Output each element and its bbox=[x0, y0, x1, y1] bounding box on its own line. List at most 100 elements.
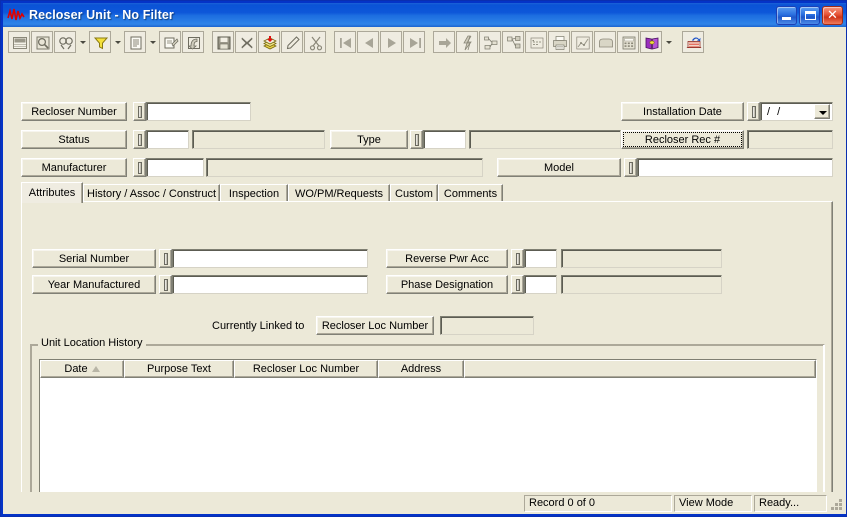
resize-grip-icon[interactable] bbox=[830, 496, 844, 510]
grid-column-header-date[interactable]: Date bbox=[40, 360, 124, 378]
hierarchy-icon[interactable] bbox=[479, 31, 501, 53]
print-icon[interactable] bbox=[548, 31, 570, 53]
calculator-icon[interactable] bbox=[617, 31, 639, 53]
phase-designation-label-button[interactable]: Phase Designation bbox=[386, 275, 508, 294]
next-record-icon[interactable] bbox=[380, 31, 402, 53]
form-panel: Recloser Number Status Type Manufacturer… bbox=[3, 57, 846, 511]
notes-icon[interactable] bbox=[525, 31, 547, 53]
close-button[interactable]: ✕ bbox=[822, 5, 843, 25]
currently-linked-to-label: Currently Linked to bbox=[212, 320, 305, 332]
tab-custom[interactable]: Custom bbox=[390, 184, 438, 202]
recloser-rec-number-field bbox=[747, 130, 833, 149]
phase-designation-code-input[interactable] bbox=[524, 275, 557, 294]
installation-date-value: / / bbox=[767, 105, 783, 118]
recloser-loc-number-label-button[interactable]: Recloser Loc Number bbox=[316, 316, 434, 335]
find-dropdown-arrow[interactable] bbox=[77, 31, 88, 53]
close-icon: ✕ bbox=[827, 7, 838, 23]
installation-date-lookup-button[interactable] bbox=[747, 102, 760, 121]
status-state: Ready... bbox=[754, 494, 827, 512]
tab-inspection[interactable]: Inspection bbox=[220, 184, 288, 202]
unit-location-history-grid[interactable]: Date Purpose Text Recloser Loc Number Ad… bbox=[39, 359, 817, 494]
reverse-pwr-acc-description-field bbox=[561, 249, 722, 268]
folder-icon[interactable] bbox=[594, 31, 616, 53]
grid-view-icon[interactable] bbox=[8, 31, 30, 53]
delete-icon[interactable] bbox=[235, 31, 257, 53]
unit-location-history-label: Unit Location History bbox=[38, 337, 146, 349]
cut-scissors-icon[interactable] bbox=[304, 31, 326, 53]
year-manufactured-lookup-button[interactable] bbox=[159, 275, 172, 294]
serial-number-label-button[interactable]: Serial Number bbox=[32, 249, 156, 268]
type-lookup-button[interactable] bbox=[410, 130, 423, 149]
help-book-icon[interactable] bbox=[640, 31, 662, 53]
serial-number-input[interactable] bbox=[172, 249, 368, 268]
installation-date-label-button[interactable]: Installation Date bbox=[621, 102, 744, 121]
phase-designation-lookup-button[interactable] bbox=[511, 275, 524, 294]
report-dropdown-arrow[interactable] bbox=[147, 31, 158, 53]
properties-icon[interactable] bbox=[159, 31, 181, 53]
waveform-icon bbox=[7, 6, 25, 24]
maximize-button[interactable] bbox=[799, 5, 820, 25]
manufacturer-label-button[interactable]: Manufacturer bbox=[21, 158, 127, 177]
manufacturer-lookup-button[interactable] bbox=[133, 158, 146, 177]
year-manufactured-input[interactable] bbox=[172, 275, 368, 294]
status-label-button[interactable]: Status bbox=[21, 130, 127, 149]
installation-date-combo[interactable]: / / bbox=[760, 102, 833, 121]
new-record-icon[interactable] bbox=[258, 31, 280, 53]
manufacturer-code-input[interactable] bbox=[146, 158, 204, 177]
send-mail-icon[interactable] bbox=[682, 31, 704, 53]
chart-icon[interactable] bbox=[571, 31, 593, 53]
edit-pencil-icon[interactable] bbox=[281, 31, 303, 53]
last-record-icon[interactable] bbox=[403, 31, 425, 53]
record-view-icon[interactable] bbox=[31, 31, 53, 53]
relations-icon[interactable] bbox=[502, 31, 524, 53]
minimize-button[interactable] bbox=[776, 5, 797, 25]
serial-number-lookup-button[interactable] bbox=[159, 249, 172, 268]
filter-funnel-icon[interactable] bbox=[89, 31, 111, 53]
window-title: Recloser Unit - No Filter bbox=[29, 8, 174, 22]
type-code-input[interactable] bbox=[423, 130, 466, 149]
previous-record-icon[interactable] bbox=[357, 31, 379, 53]
save-icon[interactable] bbox=[212, 31, 234, 53]
toolbar-separator bbox=[327, 31, 334, 53]
toolbar bbox=[3, 27, 846, 57]
status-lookup-button[interactable] bbox=[133, 130, 146, 149]
window-controls: ✕ bbox=[776, 5, 843, 25]
attributes-tab-page: Serial Number Year Manufactured Reverse … bbox=[21, 201, 833, 511]
application-window: Recloser Unit - No Filter ✕ Recloser Num… bbox=[0, 0, 847, 517]
recloser-number-lookup-button[interactable] bbox=[133, 102, 146, 121]
chevron-down-icon[interactable] bbox=[814, 104, 830, 119]
tab-comments[interactable]: Comments bbox=[438, 184, 503, 202]
reverse-pwr-acc-lookup-button[interactable] bbox=[511, 249, 524, 268]
tab-attributes[interactable]: Attributes bbox=[21, 182, 83, 203]
type-label-button[interactable]: Type bbox=[330, 130, 408, 149]
goto-icon[interactable] bbox=[433, 31, 455, 53]
tab-history-assoc-construct[interactable]: History / Assoc / Construct bbox=[83, 184, 220, 202]
filter-dropdown-arrow[interactable] bbox=[112, 31, 123, 53]
grid-column-header-purpose-text[interactable]: Purpose Text bbox=[124, 360, 234, 378]
grid-column-header-address[interactable]: Address bbox=[378, 360, 464, 378]
type-description-field bbox=[469, 130, 621, 149]
year-manufactured-label-button[interactable]: Year Manufactured bbox=[32, 275, 156, 294]
report-icon[interactable] bbox=[124, 31, 146, 53]
title-bar[interactable]: Recloser Unit - No Filter ✕ bbox=[3, 3, 846, 27]
model-input[interactable] bbox=[637, 158, 833, 177]
recloser-number-input[interactable] bbox=[146, 102, 251, 121]
toolbar-separator bbox=[426, 31, 433, 53]
status-mode: View Mode bbox=[674, 494, 752, 512]
grid-column-header-recloser-loc-number[interactable]: Recloser Loc Number bbox=[234, 360, 378, 378]
recloser-rec-number-label-button[interactable]: Recloser Rec # bbox=[621, 130, 744, 149]
model-lookup-button[interactable] bbox=[624, 158, 637, 177]
toolbar-separator bbox=[675, 31, 682, 53]
first-record-icon[interactable] bbox=[334, 31, 356, 53]
reverse-pwr-acc-code-input[interactable] bbox=[524, 249, 557, 268]
help-dropdown-arrow[interactable] bbox=[663, 31, 674, 53]
status-code-input[interactable] bbox=[146, 130, 189, 149]
recloser-number-label-button[interactable]: Recloser Number bbox=[21, 102, 127, 121]
reverse-pwr-acc-label-button[interactable]: Reverse Pwr Acc bbox=[386, 249, 508, 268]
lightning-icon[interactable] bbox=[456, 31, 478, 53]
duplicate-record-icon[interactable] bbox=[182, 31, 204, 53]
tab-wo-pm-requests[interactable]: WO/PM/Requests bbox=[288, 184, 390, 202]
grid-body[interactable] bbox=[40, 378, 816, 493]
find-icon[interactable] bbox=[54, 31, 76, 53]
model-label-button[interactable]: Model bbox=[497, 158, 621, 177]
